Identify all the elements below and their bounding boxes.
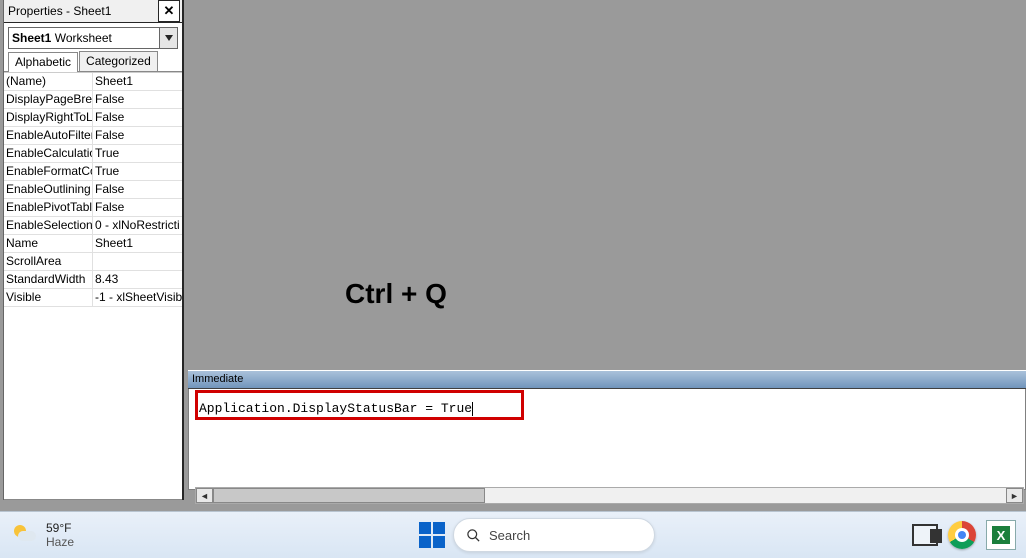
object-name: Sheet1 <box>12 31 51 45</box>
weather-desc: Haze <box>46 535 74 549</box>
prop-val[interactable]: False <box>93 91 182 109</box>
immediate-code: Application.DisplayStatusBar = True <box>199 401 473 416</box>
prop-val[interactable]: -1 - xlSheetVisib <box>93 289 182 307</box>
immediate-body[interactable]: Application.DisplayStatusBar = True <box>188 389 1026 490</box>
prop-val[interactable]: False <box>93 199 182 217</box>
properties-panel: Properties - Sheet1 ✕ Sheet1 Worksheet A… <box>4 0 184 500</box>
weather-icon <box>12 524 38 546</box>
immediate-title: Immediate <box>188 370 1026 389</box>
prop-key: Name <box>4 235 93 253</box>
prop-key: DisplayRightToLeft <box>4 109 93 127</box>
search-icon <box>466 528 481 543</box>
taskbar-search[interactable]: Search <box>453 518 655 552</box>
prop-key: StandardWidth <box>4 271 93 289</box>
prop-val[interactable]: False <box>93 109 182 127</box>
prop-key: EnableOutlining <box>4 181 93 199</box>
property-tabs: Alphabetic Categorized <box>4 51 182 72</box>
prop-key: EnableSelection <box>4 217 93 235</box>
tab-alphabetic[interactable]: Alphabetic <box>8 52 78 72</box>
prop-val[interactable]: True <box>93 163 182 181</box>
properties-table: (Name) Sheet1 DisplayPageBreaks False Di… <box>4 72 182 307</box>
prop-val[interactable]: Sheet1 <box>93 235 182 253</box>
prop-key: EnablePivotTable <box>4 199 93 217</box>
prop-key: DisplayPageBreaks <box>4 91 93 109</box>
prop-key: ScrollArea <box>4 253 93 271</box>
weather-temp: 59°F <box>46 521 74 535</box>
immediate-window: Immediate Application.DisplayStatusBar =… <box>188 370 1026 490</box>
scroll-right-icon[interactable]: ► <box>1006 488 1023 503</box>
search-placeholder: Search <box>489 528 530 543</box>
prop-val[interactable]: False <box>93 127 182 145</box>
prop-val[interactable]: 8.43 <box>93 271 182 289</box>
taskbar-weather[interactable]: 59°F Haze <box>12 521 74 549</box>
prop-val[interactable]: 0 - xlNoRestricti <box>93 217 182 235</box>
scroll-thumb[interactable] <box>213 488 485 503</box>
properties-titlebar: Properties - Sheet1 ✕ <box>4 0 182 23</box>
start-button[interactable] <box>419 522 445 548</box>
prop-key: EnableFormatCondi <box>4 163 93 181</box>
prop-val[interactable]: Sheet1 <box>93 73 182 91</box>
immediate-hscrollbar[interactable]: ◄ ► <box>195 487 1024 504</box>
scroll-track[interactable] <box>213 488 1006 503</box>
chevron-down-icon[interactable] <box>159 28 177 48</box>
prop-key: (Name) <box>4 73 93 91</box>
prop-val[interactable]: False <box>93 181 182 199</box>
prop-key: Visible <box>4 289 93 307</box>
object-selector[interactable]: Sheet1 Worksheet <box>8 27 178 49</box>
tab-categorized[interactable]: Categorized <box>79 51 158 71</box>
chrome-icon[interactable] <box>948 521 976 549</box>
prop-key: EnableCalculation <box>4 145 93 163</box>
scroll-left-icon[interactable]: ◄ <box>196 488 213 503</box>
properties-title: Properties - Sheet1 <box>8 4 111 18</box>
excel-icon[interactable]: X <box>986 520 1016 550</box>
prop-key: EnableAutoFilter <box>4 127 93 145</box>
overlay-shortcut-text: Ctrl + Q <box>345 278 447 310</box>
object-type: Worksheet <box>55 31 112 45</box>
close-icon[interactable]: ✕ <box>158 0 180 22</box>
text-cursor <box>472 402 473 416</box>
task-view-icon[interactable] <box>912 524 938 546</box>
windows-taskbar: 59°F Haze Search X <box>0 511 1026 558</box>
prop-val[interactable] <box>93 253 182 271</box>
prop-val[interactable]: True <box>93 145 182 163</box>
